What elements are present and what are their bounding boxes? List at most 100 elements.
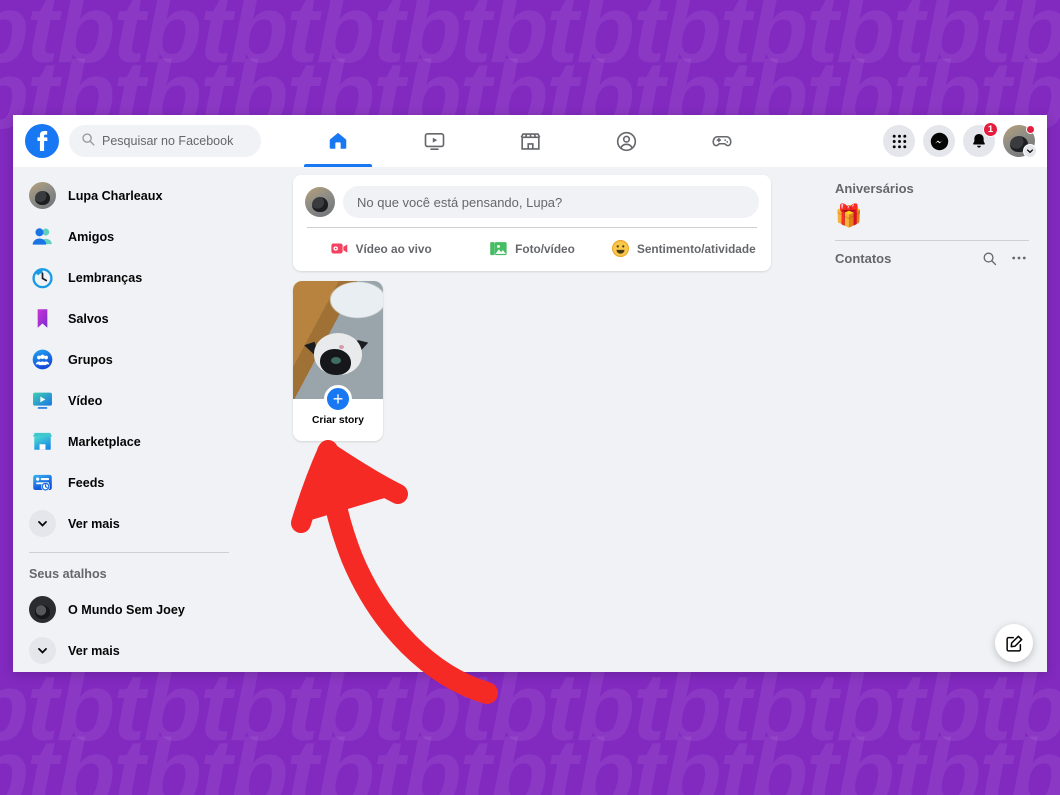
nav-tab-groups[interactable]	[578, 115, 674, 167]
right-rail: Aniversários 🎁 Contatos	[819, 167, 1047, 672]
cat-nose	[339, 345, 344, 349]
feeling-smiley-icon	[612, 240, 629, 257]
sidebar-item-label: Salvos	[68, 311, 109, 326]
compose-pencil-icon	[1005, 635, 1022, 652]
sidebar-item-label: Feeds	[68, 475, 105, 490]
video-play-icon	[424, 132, 444, 150]
live-video-icon	[331, 243, 347, 254]
new-message-button[interactable]	[995, 624, 1033, 662]
grid-menu-icon	[892, 134, 906, 148]
sidebar-see-more-button[interactable]: Ver mais	[23, 503, 237, 544]
sidebar-item-profile[interactable]: Lupa Charleaux	[23, 175, 237, 216]
rail-divider	[835, 240, 1029, 242]
grid-menu-button[interactable]	[883, 125, 915, 157]
sidebar-item-grupos[interactable]: Grupos	[23, 339, 237, 380]
shortcuts-heading: Seus atalhos	[29, 567, 107, 581]
contacts-heading: Contatos	[835, 250, 892, 266]
saved-bookmark-icon	[29, 305, 56, 332]
notifications-button[interactable]: 1	[963, 122, 998, 157]
post-composer: No que você está pensando, Lupa? Vídeo a…	[293, 175, 771, 271]
composer-top-row: No que você está pensando, Lupa?	[305, 186, 759, 218]
feeds-icon	[29, 469, 56, 496]
home-icon	[329, 132, 347, 149]
active-tab-underline	[304, 164, 372, 167]
video-icon	[29, 387, 56, 414]
main-feed: No que você está pensando, Lupa? Vídeo a…	[245, 167, 819, 672]
sidebar-item-label: Ver mais	[68, 643, 120, 658]
feeling-activity-button[interactable]: Sentimento/atividade	[608, 233, 759, 264]
watermark-row: tbtbtbtbtbtbtbtbtbtbtbtbtb	[0, 720, 1060, 795]
sidebar-item-label: Grupos	[68, 352, 113, 367]
messenger-button[interactable]	[923, 125, 955, 157]
search-icon[interactable]	[982, 251, 997, 266]
nav-tab-gaming[interactable]	[674, 115, 770, 167]
sidebar-item-salvos[interactable]: Salvos	[23, 298, 237, 339]
primary-navigation	[290, 115, 770, 167]
facebook-logo-icon[interactable]	[25, 124, 59, 158]
storefront-icon	[520, 132, 540, 150]
create-story-card[interactable]: + Criar story	[293, 281, 383, 441]
sidebar-divider	[29, 552, 229, 553]
birthdays-heading: Aniversários	[835, 181, 914, 196]
topbar-actions: 1	[883, 115, 1037, 167]
composer-placeholder: No que você está pensando, Lupa?	[357, 194, 563, 210]
messenger-icon	[930, 132, 948, 150]
nav-tab-marketplace[interactable]	[482, 115, 578, 167]
left-sidebar: Lupa Charleaux Amigos Lembranças Salvos …	[13, 167, 245, 672]
sidebar-item-label: Vídeo	[68, 393, 103, 408]
avatar-alert-dot	[1026, 125, 1035, 134]
sidebar-item-label: Amigos	[68, 229, 115, 244]
sidebar-item-label: O Mundo Sem Joey	[68, 602, 185, 617]
groups-people-icon	[616, 131, 636, 151]
memories-clock-icon	[29, 264, 56, 291]
search-input[interactable]: Pesquisar no Facebook	[69, 125, 261, 157]
marketplace-icon	[29, 428, 56, 455]
sidebar-item-lembrancas[interactable]: Lembranças	[23, 257, 237, 298]
shortcuts-see-more-button[interactable]: Ver mais	[23, 630, 237, 671]
nav-tab-home[interactable]	[290, 115, 386, 167]
sidebar-item-amigos[interactable]: Amigos	[23, 216, 237, 257]
page-avatar-icon	[29, 596, 56, 623]
user-avatar-icon	[305, 187, 335, 217]
composer-action-label: Vídeo ao vivo	[355, 241, 432, 256]
nav-tab-watch[interactable]	[386, 115, 482, 167]
friends-icon	[29, 223, 56, 250]
sidebar-item-label: Lembranças	[68, 270, 143, 285]
contacts-header-row: Contatos	[829, 245, 1033, 266]
groups-icon	[29, 346, 56, 373]
photo-video-icon	[490, 242, 507, 256]
story-photo	[293, 281, 383, 399]
gamepad-icon	[712, 135, 732, 147]
sidebar-shortcut-o-mundo-sem-joey[interactable]: O Mundo Sem Joey	[23, 589, 237, 630]
browser-window: Pesquisar no Facebook 1 Lupa Charleaux A…	[13, 115, 1047, 672]
composer-action-label: Foto/vídeo	[515, 241, 575, 256]
sidebar-item-feeds[interactable]: Feeds	[23, 462, 237, 503]
user-avatar-icon	[29, 182, 56, 209]
contacts-actions	[982, 250, 1027, 266]
account-avatar-button[interactable]	[1003, 125, 1037, 158]
photo-video-button[interactable]: Foto/vídeo	[456, 233, 607, 264]
search-icon	[81, 132, 95, 151]
gift-icon: 🎁	[835, 203, 863, 228]
chevron-down-icon	[29, 510, 56, 537]
sidebar-item-marketplace[interactable]: Marketplace	[23, 421, 237, 462]
stories-tray: + Criar story	[293, 281, 771, 441]
composer-action-label: Sentimento/atividade	[636, 241, 756, 256]
chevron-down-icon	[29, 637, 56, 664]
chevron-down-icon	[1023, 144, 1037, 158]
composer-input[interactable]: No que você está pensando, Lupa?	[343, 186, 759, 218]
composer-actions: Vídeo ao vivo Foto/vídeo Sentimento/ativ…	[305, 230, 759, 265]
cat-eye	[331, 357, 341, 364]
sidebar-item-label: Ver mais	[68, 516, 120, 531]
sidebar-item-label: Marketplace	[68, 434, 141, 449]
composer-divider	[307, 227, 757, 228]
facebook-topbar: Pesquisar no Facebook 1	[13, 115, 1047, 167]
sidebar-item-video[interactable]: Vídeo	[23, 380, 237, 421]
create-story-label: Criar story	[311, 414, 365, 426]
sidebar-item-label: Lupa Charleaux	[68, 188, 163, 203]
page-content: Lupa Charleaux Amigos Lembranças Salvos …	[13, 167, 1047, 672]
notification-badge: 1	[983, 122, 998, 137]
more-horizontal-icon[interactable]	[1011, 250, 1027, 266]
search-placeholder: Pesquisar no Facebook	[102, 134, 234, 148]
live-video-button[interactable]: Vídeo ao vivo	[305, 233, 456, 264]
